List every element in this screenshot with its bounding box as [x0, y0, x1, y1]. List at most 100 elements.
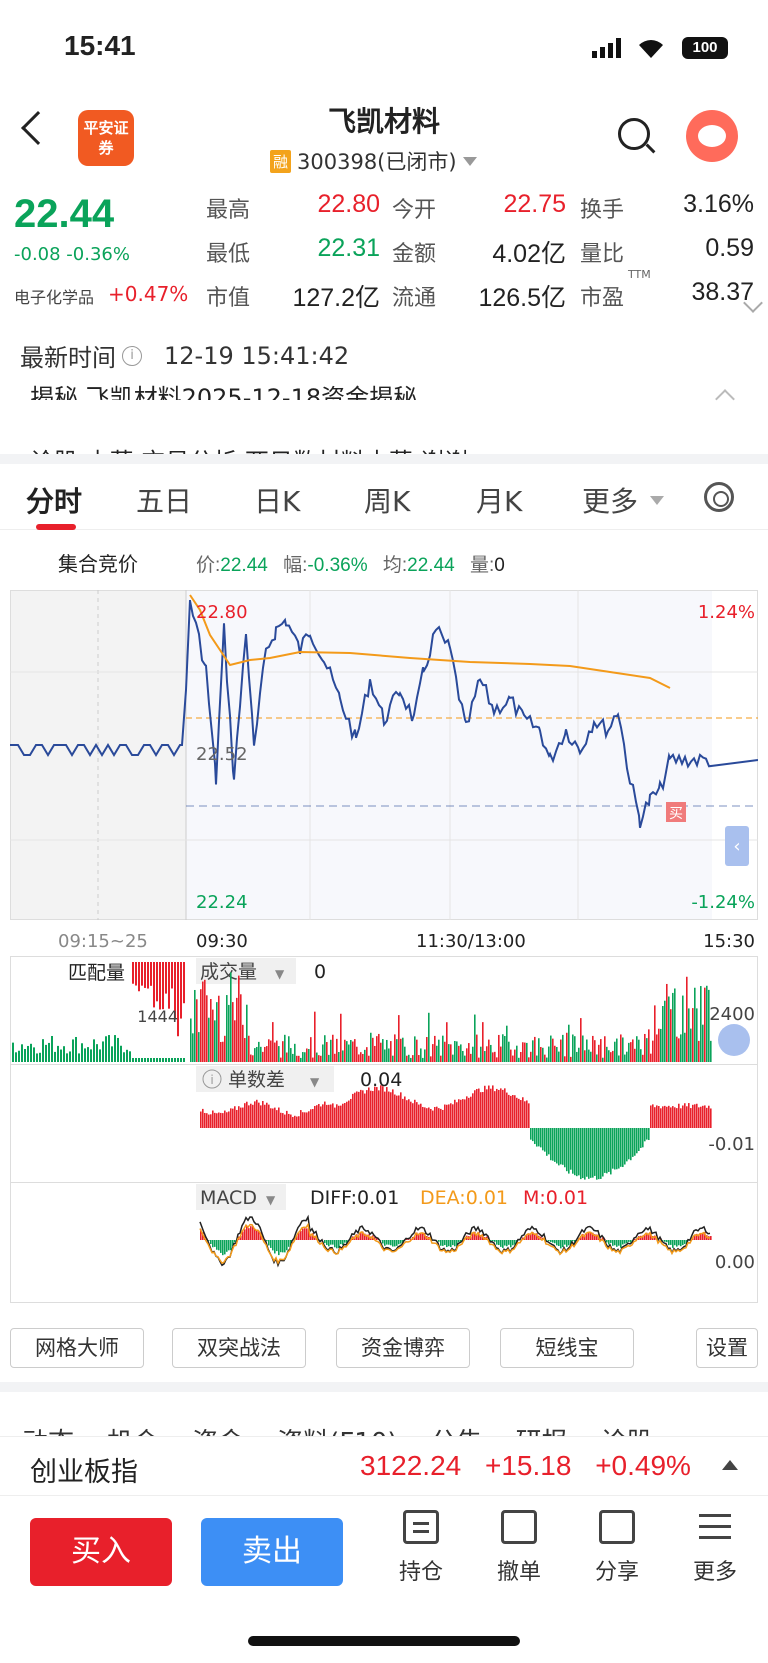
- match-bar: [141, 962, 143, 986]
- diff-bar: [670, 1107, 672, 1128]
- diff-bar: [304, 1112, 306, 1128]
- volume-bar: [654, 1005, 656, 1062]
- sector-change: +0.47%: [108, 282, 189, 306]
- volume-max-label: 2400: [709, 1004, 755, 1025]
- diff-bar: [436, 1106, 438, 1128]
- macd-bar: [564, 1240, 566, 1245]
- volume-bar: [612, 1050, 614, 1062]
- volume-bar: [232, 1002, 234, 1062]
- diff-bar: [678, 1103, 680, 1128]
- match-bar: [15, 1052, 17, 1062]
- stock-code-selector[interactable]: 融 300398(已闭市): [270, 146, 477, 176]
- tool-short-term[interactable]: 短线宝: [500, 1328, 634, 1368]
- more-button[interactable]: 更多: [680, 1510, 750, 1586]
- tab-monthly-k[interactable]: 月K: [476, 480, 522, 520]
- diff-bar: [290, 1114, 292, 1128]
- buy-button[interactable]: 买入: [30, 1518, 172, 1586]
- info-icon[interactable]: i: [122, 345, 142, 366]
- diff-bar: [508, 1094, 510, 1128]
- gear-icon[interactable]: [704, 482, 734, 512]
- volume-bar: [648, 1029, 650, 1062]
- tab-daily-k[interactable]: 日K: [254, 480, 300, 520]
- diff-bar: [476, 1088, 478, 1128]
- avatar[interactable]: [686, 110, 738, 162]
- volume-bar: [702, 1024, 704, 1062]
- volume-bar: [394, 1034, 396, 1062]
- sector-name[interactable]: 电子化学品: [14, 284, 94, 308]
- diff-bar: [494, 1091, 496, 1128]
- macd-bar: [682, 1240, 684, 1246]
- macd-bar: [672, 1240, 674, 1248]
- volume-bar: [492, 1052, 494, 1062]
- home-indicator: [248, 1636, 520, 1646]
- tools-line-partial[interactable]: 诊股 内幕 交易分析 两日数材料内幕 谢谢: [30, 442, 469, 454]
- macd-bar: [334, 1240, 336, 1248]
- diff-bar: [700, 1106, 702, 1128]
- diff-bar: [234, 1106, 236, 1128]
- diff-bar: [224, 1110, 226, 1128]
- diff-bar: [662, 1106, 664, 1128]
- volume-bar: [238, 975, 240, 1062]
- chevron-up-icon[interactable]: [722, 1460, 738, 1470]
- stat-label: 今开: [392, 198, 437, 223]
- latest-time-row: 最新时间 i 12-19 15:41:42: [20, 338, 349, 373]
- stat-value-turnover: 3.16%: [683, 190, 754, 218]
- tool-settings[interactable]: 设置: [696, 1328, 758, 1368]
- volume-bar: [346, 1041, 348, 1062]
- diff-bar: [282, 1113, 284, 1128]
- match-bar: [144, 962, 146, 988]
- intraday-chart[interactable]: 22.80 22.52 22.24 1.24% -1.24% 买 ‹ 09:15…: [10, 590, 758, 1320]
- volume-bar: [584, 1050, 586, 1062]
- diff-bar: [328, 1104, 330, 1128]
- volume-bar: [190, 1018, 192, 1062]
- match-bar: [39, 1052, 41, 1062]
- diff-bar: [432, 1110, 434, 1128]
- macd-bar: [212, 1240, 214, 1248]
- cancel-order-button[interactable]: 撤单: [484, 1510, 554, 1586]
- tab-weekly-k[interactable]: 周K: [364, 480, 410, 520]
- volume-bar: [280, 1057, 282, 1062]
- macd-bar: [628, 1240, 630, 1242]
- sell-button[interactable]: 卖出: [201, 1518, 343, 1586]
- macd-bar: [300, 1230, 302, 1240]
- tool-double-breakout[interactable]: 双突战法: [172, 1328, 306, 1368]
- holdings-icon: [403, 1510, 439, 1544]
- macd-diff: DIFF:0.01: [310, 1187, 399, 1209]
- diff-bar: [312, 1109, 314, 1128]
- volume-bar: [668, 996, 670, 1062]
- tool-fund-game[interactable]: 资金博弈: [336, 1328, 470, 1368]
- volume-bar: [252, 1055, 254, 1062]
- volume-bar: [562, 1034, 564, 1062]
- volume-bar: [642, 1054, 644, 1062]
- diff-bar: [698, 1107, 700, 1128]
- volume-bar: [662, 1006, 664, 1062]
- detail-tabs-partial[interactable]: 动态 机会 资金 资料(F10) 公告 研报 诊股: [0, 1416, 768, 1436]
- diff-bar: [294, 1115, 296, 1128]
- volume-bar: [262, 1051, 264, 1062]
- tab-five-day[interactable]: 五日: [136, 480, 192, 520]
- time-open: 09:30: [196, 931, 248, 952]
- share-button[interactable]: 分享: [582, 1510, 652, 1586]
- status-time: 15:41: [64, 30, 136, 61]
- volume-bar: [428, 1012, 430, 1062]
- diff-bar: [694, 1104, 696, 1128]
- holdings-button[interactable]: 持仓: [386, 1510, 456, 1586]
- match-bar: [132, 1058, 134, 1062]
- match-bar: [69, 1051, 71, 1062]
- volume-bar: [526, 1042, 528, 1062]
- macd-bar: [450, 1240, 452, 1247]
- tab-intraday[interactable]: 分时: [26, 480, 82, 520]
- diff-bar: [590, 1128, 592, 1178]
- search-icon[interactable]: [618, 118, 650, 150]
- volume-bar: [218, 995, 220, 1062]
- volume-bar: [452, 1054, 454, 1062]
- tab-more[interactable]: 更多: [582, 480, 638, 520]
- macd-bar: [272, 1240, 274, 1251]
- news-line-partial[interactable]: 揭秘 飞凯材料2025-12-18资金揭秘: [30, 378, 417, 400]
- zoom-icon: [718, 1024, 750, 1056]
- diff-bar: [258, 1102, 260, 1128]
- tool-grid-master[interactable]: 网格大师: [10, 1328, 144, 1368]
- chevron-up-icon[interactable]: [715, 389, 735, 409]
- volume-bar: [536, 1055, 538, 1062]
- volume-bar: [312, 1057, 314, 1062]
